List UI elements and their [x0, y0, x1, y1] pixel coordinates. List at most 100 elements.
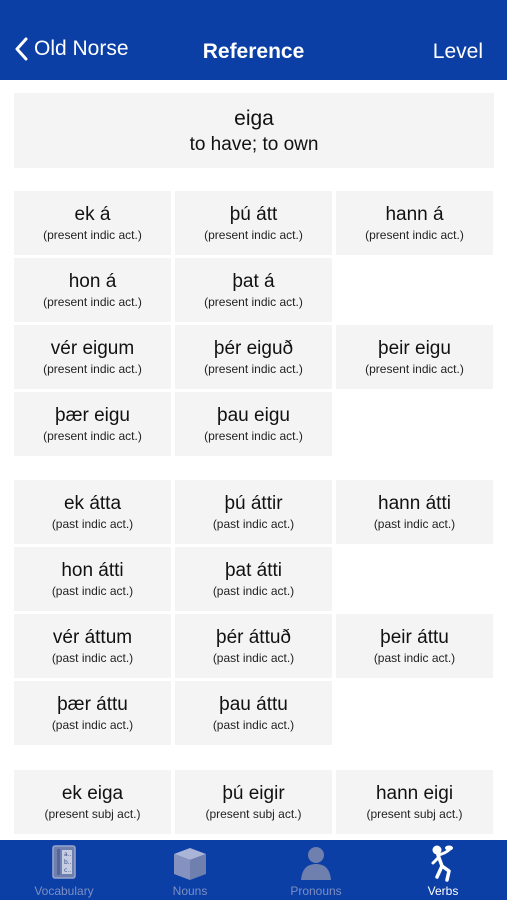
grammar-tag: (present indic act.): [204, 295, 303, 309]
conjugation-cell[interactable]: hon á (present indic act.): [14, 258, 171, 322]
tab-vocabulary[interactable]: a.. b.. c.. Vocabulary: [1, 840, 127, 900]
empty-cell: [336, 681, 493, 745]
grammar-tag: (present subj act.): [44, 807, 141, 821]
svg-text:c..: c..: [64, 867, 71, 874]
tab-verbs[interactable]: Verbs: [380, 840, 506, 900]
tab-label: Pronouns: [290, 884, 342, 898]
conjugation-section-present-indicative: ek á (present indic act.) þú átt (present i…: [14, 191, 494, 456]
verb-meaning: to have; to own: [189, 134, 319, 155]
chevron-left-icon: [15, 37, 28, 61]
grammar-tag: (past indic act.): [51, 517, 134, 531]
conjugation-cell[interactable]: hann eigi (present subj act.): [336, 770, 493, 834]
verb-word: eiga: [234, 107, 274, 130]
tab-label: Verbs: [427, 884, 459, 898]
verb-form: þær eigu: [55, 405, 130, 426]
grammar-tag: (present indic act.): [365, 362, 464, 376]
verb-header-card: eiga to have; to own: [14, 93, 494, 168]
tab-bar: a.. b.. c.. Vocabulary Nouns Pronouns Ve…: [0, 840, 507, 900]
grammar-tag: (present indic act.): [43, 362, 142, 376]
conjugation-cell[interactable]: hann átti (past indic act.): [336, 480, 493, 544]
conjugation-cell[interactable]: þér áttuð (past indic act.): [175, 614, 332, 678]
verb-form: þeir áttu: [380, 627, 449, 648]
grammar-tag: (past indic act.): [373, 651, 456, 665]
verb-form: hann á: [385, 204, 444, 225]
verb-form: þér áttuð: [216, 627, 291, 648]
grammar-tag: (present indic act.): [204, 228, 303, 242]
verb-form: vér eigum: [50, 338, 135, 359]
empty-cell: [336, 258, 493, 322]
conjugation-section-present-subjunctive: ek eiga (present subj act.) þú eigir (prese…: [14, 770, 494, 834]
grammar-tag: (past indic act.): [212, 584, 295, 598]
verb-form: hon átti: [61, 560, 124, 581]
empty-cell: [336, 392, 493, 456]
grammar-tag: (present indic act.): [204, 362, 303, 376]
page-title: Reference: [202, 40, 305, 63]
conjugation-cell[interactable]: ek átta (past indic act.): [14, 480, 171, 544]
grammar-tag: (present indic act.): [204, 429, 303, 443]
conjugation-cell[interactable]: þeir eigu (present indic act.): [336, 325, 493, 389]
conjugation-cell[interactable]: ek á (present indic act.): [14, 191, 171, 255]
grammar-tag: (present subj act.): [366, 807, 463, 821]
conjugation-cell[interactable]: þau áttu (past indic act.): [175, 681, 332, 745]
conjugation-cell[interactable]: hann á (present indic act.): [336, 191, 493, 255]
verb-form: ek á: [74, 204, 111, 225]
grammar-tag: (past indic act.): [51, 651, 134, 665]
grammar-tag: (present indic act.): [365, 228, 464, 242]
conjugation-cell[interactable]: þau eigu (present indic act.): [175, 392, 332, 456]
verb-form: þér eiguð: [213, 338, 294, 359]
conjugation-cell[interactable]: þú eigir (present subj act.): [175, 770, 332, 834]
nouns-icon: [174, 848, 206, 880]
grammar-tag: (past indic act.): [51, 584, 134, 598]
grammar-tag: (past indic act.): [212, 651, 295, 665]
verb-form: þú átt: [229, 204, 278, 225]
conjugation-cell[interactable]: vér eigum (present indic act.): [14, 325, 171, 389]
conjugation-section-past-indicative: ek átta (past indic act.) þú áttir (past in…: [14, 480, 494, 745]
verb-form: þær áttu: [57, 694, 128, 715]
grammar-tag: (present indic act.): [43, 295, 142, 309]
tab-label: Nouns: [172, 884, 208, 898]
verb-form: ek eiga: [61, 783, 124, 804]
verb-form: hann eigi: [375, 783, 454, 804]
conjugation-cell[interactable]: þat átti (past indic act.): [175, 547, 332, 611]
conjugation-cell[interactable]: þeir áttu (past indic act.): [336, 614, 493, 678]
conjugation-cell[interactable]: þú áttir (past indic act.): [175, 480, 332, 544]
conjugation-grid: ek eiga (present subj act.) þú eigir (prese…: [14, 770, 494, 834]
verb-form: vér áttum: [52, 627, 133, 648]
verb-form: þat átti: [224, 560, 283, 581]
back-button[interactable]: Old Norse: [14, 37, 129, 61]
verb-form: hann átti: [378, 493, 451, 514]
tab-nouns[interactable]: Nouns: [127, 840, 253, 900]
navigation-bar: Old Norse Reference Level: [0, 0, 507, 80]
verb-form: þú áttir: [224, 493, 283, 514]
vocabulary-icon: a.. b.. c..: [52, 845, 76, 879]
verb-form: þeir eigu: [378, 338, 451, 359]
conjugation-cell[interactable]: þat á (present indic act.): [175, 258, 332, 322]
verb-form: þau eigu: [217, 405, 290, 426]
conjugation-cell[interactable]: þær eigu (present indic act.): [14, 392, 171, 456]
grammar-tag: (past indic act.): [212, 718, 295, 732]
verb-form: hon á: [68, 271, 117, 292]
verb-form: þú eigir: [222, 783, 285, 804]
grammar-tag: (present indic act.): [43, 228, 142, 242]
conjugation-cell[interactable]: þær áttu (past indic act.): [14, 681, 171, 745]
empty-cell: [336, 547, 493, 611]
tab-label: Vocabulary: [34, 884, 94, 898]
pronouns-icon: [301, 847, 331, 880]
conjugation-cell[interactable]: þú átt (present indic act.): [175, 191, 332, 255]
conjugation-cell[interactable]: hon átti (past indic act.): [14, 547, 171, 611]
conjugation-cell[interactable]: ek eiga (present subj act.): [14, 770, 171, 834]
conjugation-cell[interactable]: vér áttum (past indic act.): [14, 614, 171, 678]
grammar-tag: (past indic act.): [373, 517, 456, 531]
grammar-tag: (present indic act.): [43, 429, 142, 443]
conjugation-cell[interactable]: þér eiguð (present indic act.): [175, 325, 332, 389]
reference-content[interactable]: eiga to have; to own ek á (present indic …: [0, 80, 507, 840]
svg-text:b..: b..: [64, 859, 72, 866]
conjugation-grid: ek á (present indic act.) þú átt (present i…: [14, 191, 494, 456]
tab-pronouns[interactable]: Pronouns: [253, 840, 379, 900]
verb-form: þau áttu: [219, 694, 288, 715]
grammar-tag: (past indic act.): [51, 718, 134, 732]
svg-text:a..: a..: [64, 851, 72, 858]
level-button[interactable]: Level: [433, 40, 483, 64]
verbs-icon: [431, 845, 453, 882]
conjugation-grid: ek átta (past indic act.) þú áttir (past in…: [14, 480, 494, 745]
